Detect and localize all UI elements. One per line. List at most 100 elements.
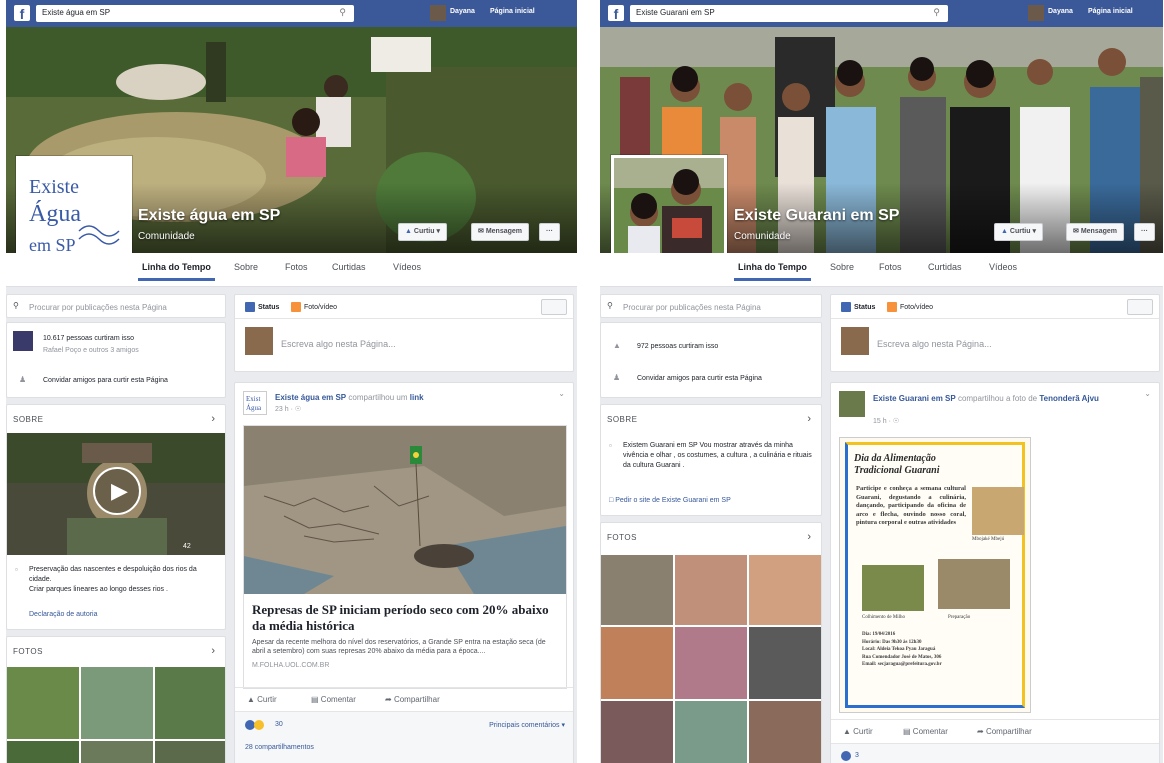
photo-thumbnail[interactable] — [675, 701, 747, 763]
post-author-avatar[interactable]: Exist Água — [243, 391, 267, 415]
chevron-right-icon[interactable]: › — [807, 531, 811, 543]
photo-thumbnail[interactable] — [601, 701, 673, 763]
search-posts-input[interactable]: ⚲ Procurar por publicações nesta Página — [600, 294, 822, 318]
search-icon[interactable]: ⚲ — [339, 7, 346, 18]
likes-friends[interactable]: Rafael Poço e outros 3 amigos — [43, 347, 139, 354]
photos-header[interactable]: FOTOS — [13, 647, 43, 656]
tab-about[interactable]: Sobre — [234, 262, 258, 272]
facebook-logo-icon[interactable]: f — [14, 5, 30, 22]
photo-thumbnail[interactable] — [675, 627, 747, 699]
declaration-link[interactable]: Declaração de autoria — [29, 611, 98, 618]
about-card: SOBRE › ▶ 42 ▫ Preservação das nascentes… — [6, 404, 226, 630]
comment-action-button[interactable]: ▤ Comentar — [903, 727, 948, 736]
composer-input[interactable]: Escreva algo nesta Página... — [877, 339, 992, 349]
more-options-button[interactable]: ··· — [539, 223, 560, 241]
like-reaction-icon[interactable] — [841, 751, 854, 761]
post-timestamp[interactable]: 23 h · ☉ — [275, 405, 301, 413]
tab-photos[interactable]: Fotos — [879, 262, 902, 272]
user-name-link[interactable]: Dayana — [1048, 8, 1073, 15]
tab-timeline[interactable]: Linha do Tempo — [138, 262, 215, 281]
likes-count[interactable]: 972 pessoas curtiram isso — [637, 343, 718, 350]
photo-thumbnail[interactable] — [155, 667, 225, 739]
reaction-icons[interactable] — [245, 720, 267, 730]
message-button[interactable]: ✉ Mensagem — [1066, 223, 1125, 241]
post-as-dropdown[interactable] — [1127, 299, 1153, 315]
like-action-button[interactable]: ▲ Curtir — [843, 727, 873, 736]
share-action-button[interactable]: ➦ Compartilhar — [977, 727, 1032, 736]
likes-count[interactable]: 10.617 pessoas curtiram isso — [43, 335, 134, 342]
photo-thumbnail[interactable] — [749, 555, 821, 625]
photos-header[interactable]: FOTOS — [607, 533, 637, 542]
status-tab[interactable]: Status — [245, 302, 279, 312]
likes-card: 10.617 pessoas curtiram isso Rafael Poço… — [6, 322, 226, 398]
tab-likes[interactable]: Curtidas — [332, 262, 366, 272]
about-header[interactable]: SOBRE — [13, 415, 44, 424]
suggest-website-link[interactable]: □ Pedir o site de Existe Guarani em SP — [609, 497, 731, 504]
photo-thumbnail[interactable] — [155, 741, 225, 763]
photo-thumbnail[interactable] — [749, 627, 821, 699]
friend-avatar[interactable] — [13, 331, 33, 351]
composer-tabs: Status Foto/vídeo — [831, 295, 1159, 319]
tab-likes[interactable]: Curtidas — [928, 262, 962, 272]
search-input[interactable]: Existe água em SP ⚲ — [36, 5, 354, 22]
page-category[interactable]: Comunidade — [734, 231, 791, 242]
user-name-link[interactable]: Dayana — [450, 8, 475, 15]
search-posts-input[interactable]: ⚲ Procurar por publicações nesta Página — [6, 294, 226, 318]
composer-input[interactable]: Escreva algo nesta Página... — [281, 339, 396, 349]
reactions-count[interactable]: 3 — [855, 752, 859, 759]
user-avatar[interactable] — [430, 5, 446, 21]
home-link[interactable]: Página inicial — [1088, 8, 1133, 15]
about-header[interactable]: SOBRE — [607, 415, 638, 424]
search-icon[interactable]: ⚲ — [933, 7, 940, 18]
shares-count[interactable]: 28 compartilhamentos — [245, 744, 314, 751]
search-input[interactable]: Existe Guarani em SP ⚲ — [630, 5, 948, 22]
post-link-word[interactable]: link — [410, 393, 424, 402]
tab-photos[interactable]: Fotos — [285, 262, 308, 272]
post-author-link[interactable]: Existe água em SP — [275, 393, 346, 402]
home-link[interactable]: Página inicial — [490, 8, 535, 15]
tab-videos[interactable]: Vídeos — [989, 262, 1017, 272]
play-button[interactable]: ▶ — [93, 467, 141, 515]
photo-thumbnail[interactable] — [81, 667, 153, 739]
post-options-chevron-icon[interactable]: ⌄ — [1144, 389, 1151, 398]
info-icon: ▫ — [15, 565, 18, 574]
post-as-dropdown[interactable] — [541, 299, 567, 315]
post-options-chevron-icon[interactable]: ⌄ — [558, 389, 565, 398]
chevron-right-icon[interactable]: › — [211, 413, 215, 425]
invite-friends-link[interactable]: Convidar amigos para curtir esta Página — [43, 377, 168, 384]
photo-thumbnail[interactable] — [7, 667, 79, 739]
like-page-button[interactable]: ▲ Curtiu ▾ — [994, 223, 1043, 241]
like-page-button[interactable]: ▲ Curtiu ▾ — [398, 223, 447, 241]
message-button[interactable]: ✉ Mensagem — [471, 223, 530, 241]
invite-friends-link[interactable]: Convidar amigos para curtir esta Página — [637, 375, 762, 382]
facebook-logo-icon[interactable]: f — [608, 5, 624, 22]
chevron-right-icon[interactable]: › — [211, 645, 215, 657]
chevron-right-icon[interactable]: › — [807, 413, 811, 425]
link-preview[interactable]: Represas de SP iniciam período seco com … — [243, 425, 567, 689]
photo-thumbnail[interactable] — [749, 701, 821, 763]
status-tab[interactable]: Status — [841, 302, 875, 312]
photo-thumbnail[interactable] — [601, 555, 673, 625]
share-action-button[interactable]: ➦ Compartilhar — [385, 695, 440, 704]
reactions-count[interactable]: 30 — [275, 721, 283, 728]
top-comments-dropdown[interactable]: Principais comentários ▾ — [489, 721, 565, 729]
like-action-button[interactable]: ▲ Curtir — [247, 695, 277, 704]
photo-thumbnail[interactable] — [81, 741, 153, 763]
more-options-button[interactable]: ··· — [1134, 223, 1155, 241]
tab-videos[interactable]: Vídeos — [393, 262, 421, 272]
post-image-poster[interactable]: Dia da Alimentação Tradicional Guarani P… — [839, 437, 1031, 713]
photo-video-tab[interactable]: Foto/vídeo — [291, 302, 337, 312]
photo-thumbnail[interactable] — [675, 555, 747, 625]
post-author-link[interactable]: Existe Guarani em SP — [873, 394, 956, 403]
photo-thumbnail[interactable] — [601, 627, 673, 699]
post-source-link[interactable]: Tenonderã Ajvu — [1039, 394, 1099, 403]
comment-action-button[interactable]: ▤ Comentar — [311, 695, 356, 704]
tab-timeline[interactable]: Linha do Tempo — [734, 262, 811, 281]
post-timestamp[interactable]: 15 h · ☉ — [873, 417, 899, 425]
tab-about[interactable]: Sobre — [830, 262, 854, 272]
post-author-avatar[interactable] — [839, 391, 865, 417]
photo-video-tab[interactable]: Foto/vídeo — [887, 302, 933, 312]
user-avatar[interactable] — [1028, 5, 1044, 21]
page-category[interactable]: Comunidade — [138, 231, 195, 242]
photo-thumbnail[interactable] — [7, 741, 79, 763]
